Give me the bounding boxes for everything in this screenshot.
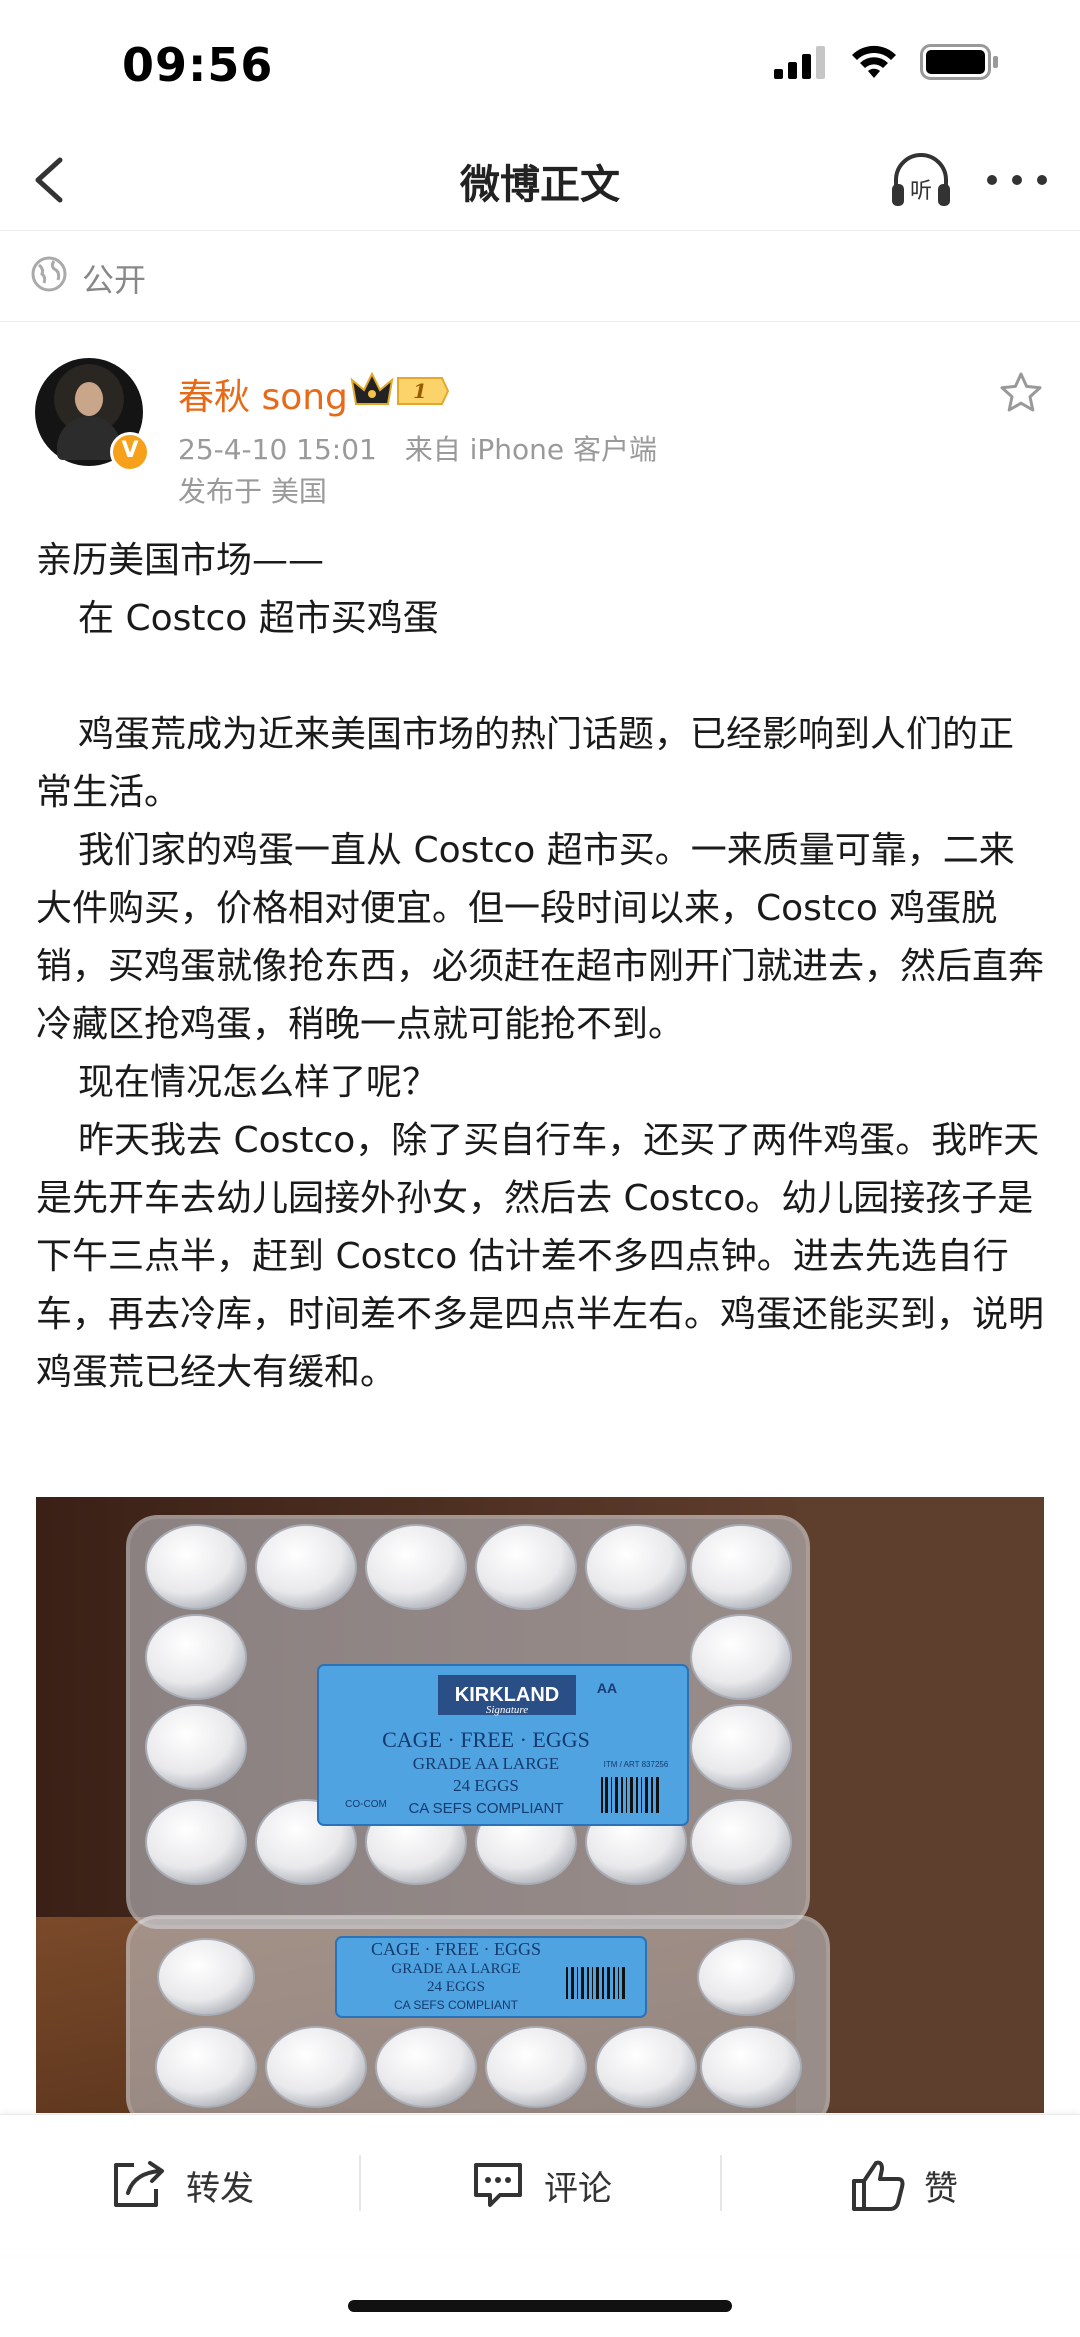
svg-text:Signature: Signature bbox=[486, 1704, 528, 1716]
visibility-label: 公开 bbox=[82, 261, 147, 299]
comment-label: 评论 bbox=[544, 2168, 612, 2209]
listen-label: 听 bbox=[910, 179, 932, 204]
post-timestamp: 25-4-10 15:01 bbox=[178, 433, 377, 466]
status-icons bbox=[774, 44, 1000, 80]
avatar-face bbox=[75, 382, 103, 416]
svg-text:CO-COM: CO-COM bbox=[345, 1799, 387, 1810]
listen-button[interactable]: 听 bbox=[888, 148, 954, 214]
post-paragraph: 亲历美国市场—— bbox=[36, 540, 325, 581]
svg-text:AA: AA bbox=[597, 1680, 617, 1696]
wifi-icon bbox=[852, 45, 896, 78]
svg-text:KIRKLAND: KIRKLAND bbox=[455, 1684, 559, 1706]
carton-label-bottom: CAGE · FREE · EGGS GRADE AA LARGE 24 EGG… bbox=[335, 1936, 647, 2018]
status-time: 09:56 bbox=[122, 38, 274, 92]
comment-icon bbox=[474, 2163, 522, 2207]
svg-text:ITM / ART 837256: ITM / ART 837256 bbox=[604, 1760, 669, 1769]
svg-text:24 EGGS: 24 EGGS bbox=[453, 1776, 519, 1795]
post-body: 亲历美国市场—— 在 Costco 超市买鸡蛋 鸡蛋荒成为近来美国市场的热门话题… bbox=[36, 532, 1046, 1402]
battery-icon bbox=[920, 44, 998, 80]
post-paragraph: 鸡蛋荒成为近来美国市场的热门话题，已经影响到人们的正常生活。 bbox=[36, 714, 1015, 813]
member-level: 1 bbox=[413, 379, 427, 403]
post-paragraph: 在 Costco 超市买鸡蛋 bbox=[78, 598, 439, 639]
post-paragraph: 昨天我去 Costco，除了买自行车，还买了两件鸡蛋。我昨天是先开车去幼儿园接外… bbox=[36, 1120, 1045, 1393]
comment-button[interactable]: 评论 bbox=[470, 2155, 612, 2215]
svg-text:GRADE AA LARGE: GRADE AA LARGE bbox=[413, 1754, 559, 1773]
svg-text:GRADE AA LARGE: GRADE AA LARGE bbox=[391, 1961, 520, 1977]
action-bar: 转发 评论 赞 bbox=[0, 2114, 1080, 2255]
headphones-icon: 听 bbox=[892, 153, 950, 206]
post-paragraph: 我们家的鸡蛋一直从 Costco 超市买。一来质量可靠，二来大件购买，价格相对便… bbox=[36, 830, 1045, 1045]
svg-text:CA SEFS COMPLIANT: CA SEFS COMPLIANT bbox=[394, 1998, 519, 2012]
repost-label: 转发 bbox=[186, 2168, 254, 2209]
home-indicator[interactable] bbox=[348, 2300, 732, 2312]
post-source: 来自 iPhone 客户端 bbox=[404, 433, 658, 466]
post-image[interactable]: KIRKLAND Signature AA CAGE · FREE · EGGS… bbox=[36, 1497, 1044, 2113]
svg-text:CAGE · FREE · EGGS: CAGE · FREE · EGGS bbox=[382, 1727, 590, 1752]
globe-icon bbox=[31, 256, 67, 292]
author-name[interactable]: 春秋 song bbox=[178, 368, 348, 420]
carton-label-top: KIRKLAND Signature AA CAGE · FREE · EGGS… bbox=[317, 1664, 689, 1826]
signal-icon bbox=[774, 46, 825, 79]
like-label: 赞 bbox=[924, 2168, 958, 2209]
visibility-row: 公开 bbox=[0, 231, 1080, 322]
verified-badge: V bbox=[110, 432, 150, 472]
post-paragraph: 现在情况怎么样了呢？ bbox=[78, 1062, 439, 1103]
svg-text:24 EGGS: 24 EGGS bbox=[427, 1979, 485, 1995]
status-bar: 09:56 bbox=[0, 0, 1080, 130]
share-icon bbox=[114, 2161, 164, 2207]
repost-button[interactable]: 转发 bbox=[110, 2155, 254, 2215]
star-icon[interactable] bbox=[998, 370, 1044, 416]
svg-text:CA SEFS COMPLIANT: CA SEFS COMPLIANT bbox=[408, 1800, 563, 1817]
svg-text:CAGE · FREE · EGGS: CAGE · FREE · EGGS bbox=[371, 1939, 541, 1959]
member-crown-badge[interactable]: 1 bbox=[350, 370, 450, 412]
nav-bar: 微博正文 听 bbox=[0, 130, 1080, 231]
like-button[interactable]: 赞 bbox=[850, 2155, 958, 2215]
action-divider bbox=[359, 2155, 361, 2211]
post-meta: 25-4-10 15:01 来自 iPhone 客户端 bbox=[178, 428, 657, 468]
more-icon[interactable] bbox=[982, 160, 1052, 200]
action-divider bbox=[720, 2155, 722, 2211]
post-location: 发布于 美国 bbox=[178, 475, 327, 508]
egg-cartons-illustration: KIRKLAND Signature AA CAGE · FREE · EGGS… bbox=[36, 1497, 1044, 2113]
thumbs-up-icon bbox=[852, 2160, 905, 2211]
